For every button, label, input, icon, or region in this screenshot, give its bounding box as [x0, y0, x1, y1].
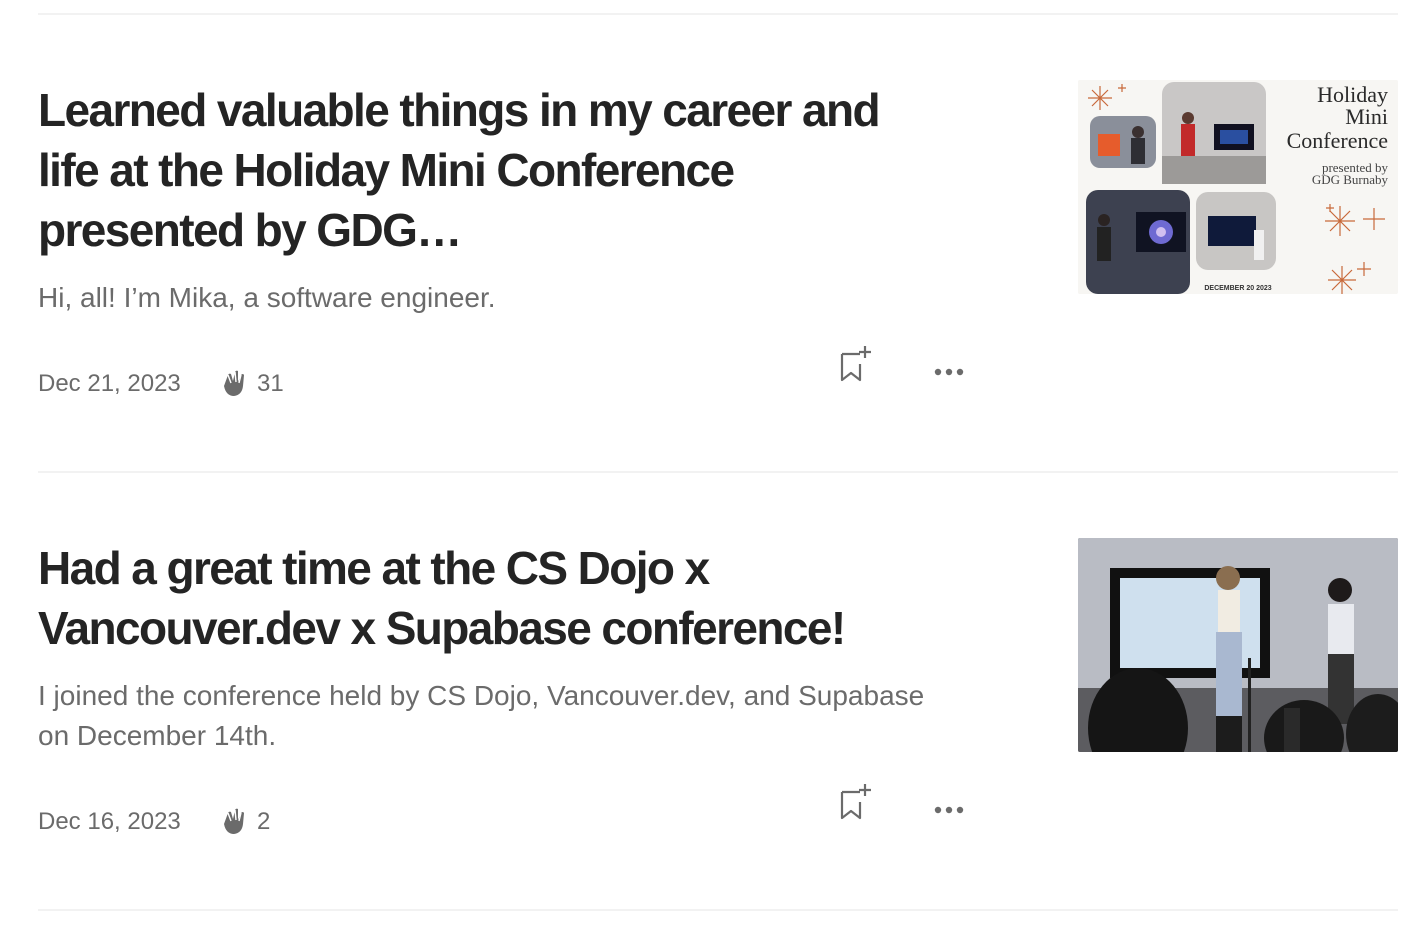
bookmark-add-icon[interactable]	[834, 780, 878, 824]
clap-count: 2	[257, 808, 271, 835]
article-card-2[interactable]: Had a great time at the CS Dojo x Vancou…	[38, 538, 1398, 878]
top-divider	[38, 13, 1398, 15]
clap-icon[interactable]	[216, 804, 252, 840]
collage-heading-3: Conference	[1287, 128, 1388, 153]
article-subtitle[interactable]: Hi, all! I’m Mika, a software engineer.	[38, 278, 938, 318]
bookmark-add-icon[interactable]	[834, 342, 878, 386]
publish-date: Dec 16, 2023	[38, 808, 181, 835]
clap-count: 31	[257, 370, 284, 397]
collage-date: DECEMBER 20 2023	[1204, 285, 1271, 292]
article-divider	[38, 471, 1398, 473]
publish-date: Dec 21, 2023	[38, 370, 181, 397]
more-dots-icon[interactable]	[928, 352, 972, 396]
article-meta: Dec 16, 2023 2	[38, 784, 978, 842]
article-title[interactable]: Had a great time at the CS Dojo x Vancou…	[38, 538, 938, 658]
bottom-divider	[38, 909, 1398, 911]
more-dots-icon[interactable]	[928, 790, 972, 834]
collage-heading-2: Mini	[1345, 104, 1388, 129]
article-title[interactable]: Learned valuable things in my career and…	[38, 80, 938, 260]
article-card-1[interactable]: Learned valuable things in my career and…	[38, 80, 1398, 420]
collage-presented-2: GDG Burnaby	[1312, 172, 1389, 187]
conference-photo-image[interactable]	[1078, 538, 1398, 752]
article-meta: Dec 21, 2023 31	[38, 346, 978, 404]
conference-collage-image[interactable]: Holiday Mini Conference presented by GDG…	[1078, 80, 1398, 294]
article-subtitle[interactable]: I joined the conference held by CS Dojo,…	[38, 676, 938, 756]
clap-icon[interactable]	[216, 366, 252, 402]
